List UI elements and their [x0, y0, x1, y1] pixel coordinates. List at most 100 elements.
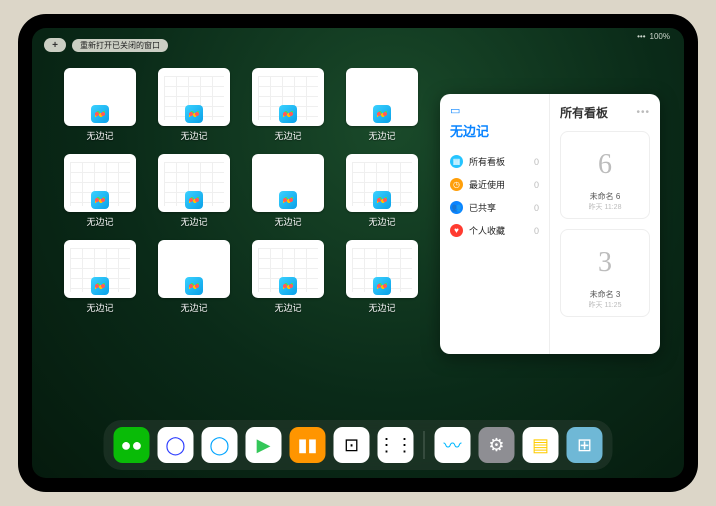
thumb-preview — [64, 68, 136, 126]
panel-sidebar: ▭ 无边记 ▦ 所有看板 0◷ 最近使用 0👥 已共享 0♥ 个人收藏 0 — [440, 94, 550, 354]
window-thumb[interactable]: 无边记 — [60, 240, 140, 322]
qqbrowser-icon[interactable]: ◯ — [202, 427, 238, 463]
freeform-app-icon — [279, 277, 297, 295]
freeform-icon[interactable]: 〰 — [435, 427, 471, 463]
window-thumb[interactable]: 无边记 — [248, 154, 328, 236]
window-thumb[interactable]: 无边记 — [60, 68, 140, 150]
window-thumb[interactable]: 无边记 — [342, 68, 422, 150]
thumb-label: 无边记 — [180, 129, 207, 142]
more-icon[interactable]: ••• — [636, 107, 650, 118]
freeform-app-icon — [185, 277, 203, 295]
thumb-label: 无边记 — [86, 301, 113, 314]
sidebar-toggle-icon[interactable]: ▭ — [450, 104, 539, 117]
sidebar-item-label: 所有看板 — [469, 155, 505, 168]
freeform-app-icon — [91, 191, 109, 209]
board-preview: 6 — [567, 138, 643, 191]
thumb-preview — [158, 154, 230, 212]
freeform-app-icon — [91, 277, 109, 295]
thumb-preview — [346, 68, 418, 126]
notes-icon[interactable]: ▤ — [523, 427, 559, 463]
thumb-preview — [252, 68, 324, 126]
heart-icon: ♥ — [450, 224, 463, 237]
sidebar-item-count: 0 — [534, 226, 539, 236]
freeform-app-icon — [373, 191, 391, 209]
appfolder-icon[interactable]: ⊞ — [567, 427, 603, 463]
thumb-label: 无边记 — [274, 215, 301, 228]
sidebar-item-count: 0 — [534, 203, 539, 213]
play-icon[interactable]: ▶ — [246, 427, 282, 463]
board-name: 未命名 3 — [590, 289, 621, 300]
dock-separator — [424, 431, 425, 459]
window-thumb[interactable]: 无边记 — [60, 154, 140, 236]
sidebar-item[interactable]: 👥 已共享 0 — [450, 196, 539, 219]
sidebar-item-count: 0 — [534, 157, 539, 167]
board-name: 未命名 6 — [590, 191, 621, 202]
battery-text: 100% — [650, 32, 670, 41]
sidebar-item[interactable]: ▦ 所有看板 0 — [450, 150, 539, 173]
window-thumb[interactable]: 无边记 — [248, 68, 328, 150]
thumb-label: 无边记 — [274, 301, 301, 314]
thumb-label: 无边记 — [368, 301, 395, 314]
window-thumb[interactable]: 无边记 — [342, 154, 422, 236]
board-card[interactable]: 6 未命名 6 昨天 11:28 — [560, 131, 650, 219]
window-thumb[interactable]: 无边记 — [248, 240, 328, 322]
wechat-icon[interactable]: ●● — [114, 427, 150, 463]
thumb-label: 无边记 — [86, 215, 113, 228]
signal-icon: ••• — [637, 32, 645, 41]
board-date: 昨天 11:25 — [589, 300, 622, 310]
freeform-app-icon — [185, 191, 203, 209]
thumb-preview — [64, 154, 136, 212]
sidebar-item-label: 个人收藏 — [469, 224, 505, 237]
thumb-preview — [158, 240, 230, 298]
thumb-label: 无边记 — [368, 215, 395, 228]
dots-icon[interactable]: ⋮⋮ — [378, 427, 414, 463]
thumb-preview — [346, 240, 418, 298]
window-thumb[interactable]: 无边记 — [154, 68, 234, 150]
freeform-app-icon — [279, 105, 297, 123]
board-date: 昨天 11:28 — [589, 202, 622, 212]
thumb-preview — [158, 68, 230, 126]
sidebar-list: ▦ 所有看板 0◷ 最近使用 0👥 已共享 0♥ 个人收藏 0 — [450, 150, 539, 242]
status-bar: ••• 100% — [637, 32, 670, 41]
panel-title: 无边记 — [450, 121, 539, 140]
thumb-preview — [252, 240, 324, 298]
freeform-app-icon — [91, 105, 109, 123]
sidebar-item[interactable]: ◷ 最近使用 0 — [450, 173, 539, 196]
window-thumb[interactable]: 无边记 — [154, 240, 234, 322]
reopen-closed-window-button[interactable]: 重新打开已关闭的窗口 — [72, 39, 168, 52]
grid-icon: ▦ — [450, 155, 463, 168]
top-bar: + 重新打开已关闭的窗口 — [44, 38, 168, 52]
new-window-button[interactable]: + — [44, 38, 66, 52]
thumb-label: 无边记 — [180, 215, 207, 228]
window-thumb[interactable]: 无边记 — [342, 240, 422, 322]
browser-circle-icon[interactable]: ◯ — [158, 427, 194, 463]
freeform-app-icon — [373, 105, 391, 123]
boards-title: 所有看板 — [560, 104, 608, 121]
thumb-preview — [346, 154, 418, 212]
thumb-label: 无边记 — [180, 301, 207, 314]
window-thumb[interactable]: 无边记 — [154, 154, 234, 236]
settings-icon[interactable]: ⚙ — [479, 427, 515, 463]
thumb-preview — [252, 154, 324, 212]
clock-icon: ◷ — [450, 178, 463, 191]
people-icon: 👥 — [450, 201, 463, 214]
thumb-label: 无边记 — [274, 129, 301, 142]
window-grid: 无边记 无边记 无边记 无边记 无边记 无边记 无边记 无边记 无边记 无边记 — [60, 68, 422, 322]
thumb-label: 无边记 — [368, 129, 395, 142]
sidebar-item-label: 最近使用 — [469, 178, 505, 191]
books-icon[interactable]: ▮▮ — [290, 427, 326, 463]
thumb-label: 无边记 — [86, 129, 113, 142]
dock: ●●◯◯▶▮▮⊡⋮⋮〰⚙▤⊞ — [104, 420, 613, 470]
freeform-panel: ▭ 无边记 ▦ 所有看板 0◷ 最近使用 0👥 已共享 0♥ 个人收藏 0 所有… — [440, 94, 660, 354]
sidebar-item-label: 已共享 — [469, 201, 496, 214]
ipad-frame: ••• 100% + 重新打开已关闭的窗口 无边记 无边记 无边记 无边记 无边… — [18, 14, 698, 492]
sidebar-item[interactable]: ♥ 个人收藏 0 — [450, 219, 539, 242]
board-preview: 3 — [567, 236, 643, 289]
dice-icon[interactable]: ⊡ — [334, 427, 370, 463]
freeform-app-icon — [373, 277, 391, 295]
sidebar-item-count: 0 — [534, 180, 539, 190]
board-card[interactable]: 3 未命名 3 昨天 11:25 — [560, 229, 650, 317]
thumb-preview — [64, 240, 136, 298]
screen: ••• 100% + 重新打开已关闭的窗口 无边记 无边记 无边记 无边记 无边… — [32, 28, 684, 478]
panel-content: 所有看板 ••• 6 未命名 6 昨天 11:28 3 未命名 3 昨天 11:2… — [550, 94, 660, 354]
